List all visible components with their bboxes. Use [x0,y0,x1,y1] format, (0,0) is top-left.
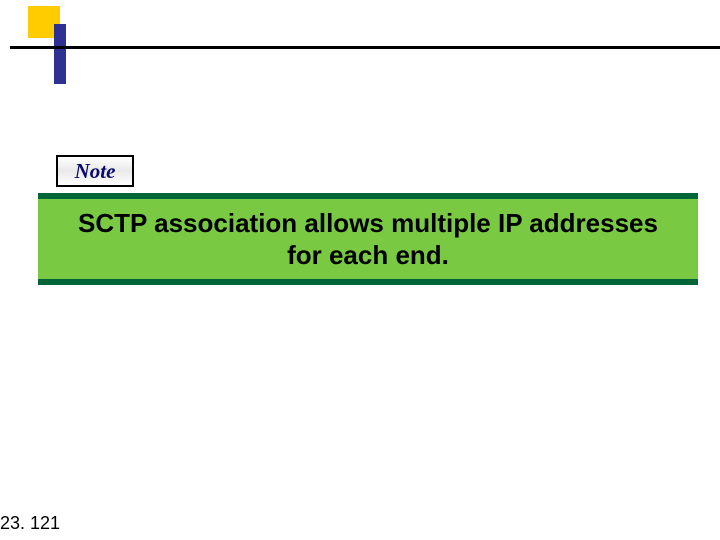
note-badge: Note [56,155,134,187]
horizontal-rule-icon [10,46,720,49]
page-number: 23. 121 [0,513,60,534]
blue-bar-icon [54,24,66,84]
corner-decoration-icon [10,6,70,80]
slide: Note SCTP association allows multiple IP… [0,0,720,540]
note-label: Note [75,159,116,184]
callout-text: SCTP association allows multiple IP addr… [58,207,678,272]
callout-banner: SCTP association allows multiple IP addr… [38,193,698,285]
